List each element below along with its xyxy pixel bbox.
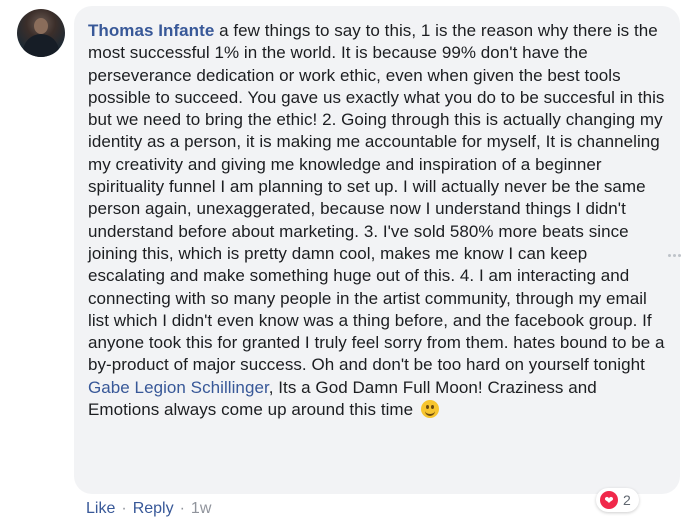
more-options-icon[interactable] <box>664 250 684 260</box>
comment-bubble: Thomas Infante a few things to say to th… <box>74 6 680 494</box>
comment-text: Thomas Infante a few things to say to th… <box>88 20 666 421</box>
tagged-user-link[interactable]: Gabe Legion Schillinger <box>88 378 269 397</box>
author-avatar[interactable] <box>17 9 65 57</box>
smiley-emoji-icon <box>420 400 439 419</box>
action-separator: · <box>121 500 127 517</box>
comment-actions: Like · Reply · 1w <box>86 500 211 518</box>
avatar-shoulders <box>23 34 59 57</box>
reply-button[interactable]: Reply <box>133 500 174 518</box>
reactions-summary[interactable]: ❤ 2 <box>596 488 639 512</box>
avatar-face <box>34 18 48 34</box>
comment-body: a few things to say to this, 1 is the re… <box>88 21 665 375</box>
comment-timestamp[interactable]: 1w <box>191 500 211 518</box>
reaction-count: 2 <box>623 492 631 508</box>
action-separator: · <box>179 500 185 517</box>
author-name-link[interactable]: Thomas Infante <box>88 21 214 40</box>
heart-reaction-icon: ❤ <box>600 491 618 509</box>
like-button[interactable]: Like <box>86 500 115 518</box>
